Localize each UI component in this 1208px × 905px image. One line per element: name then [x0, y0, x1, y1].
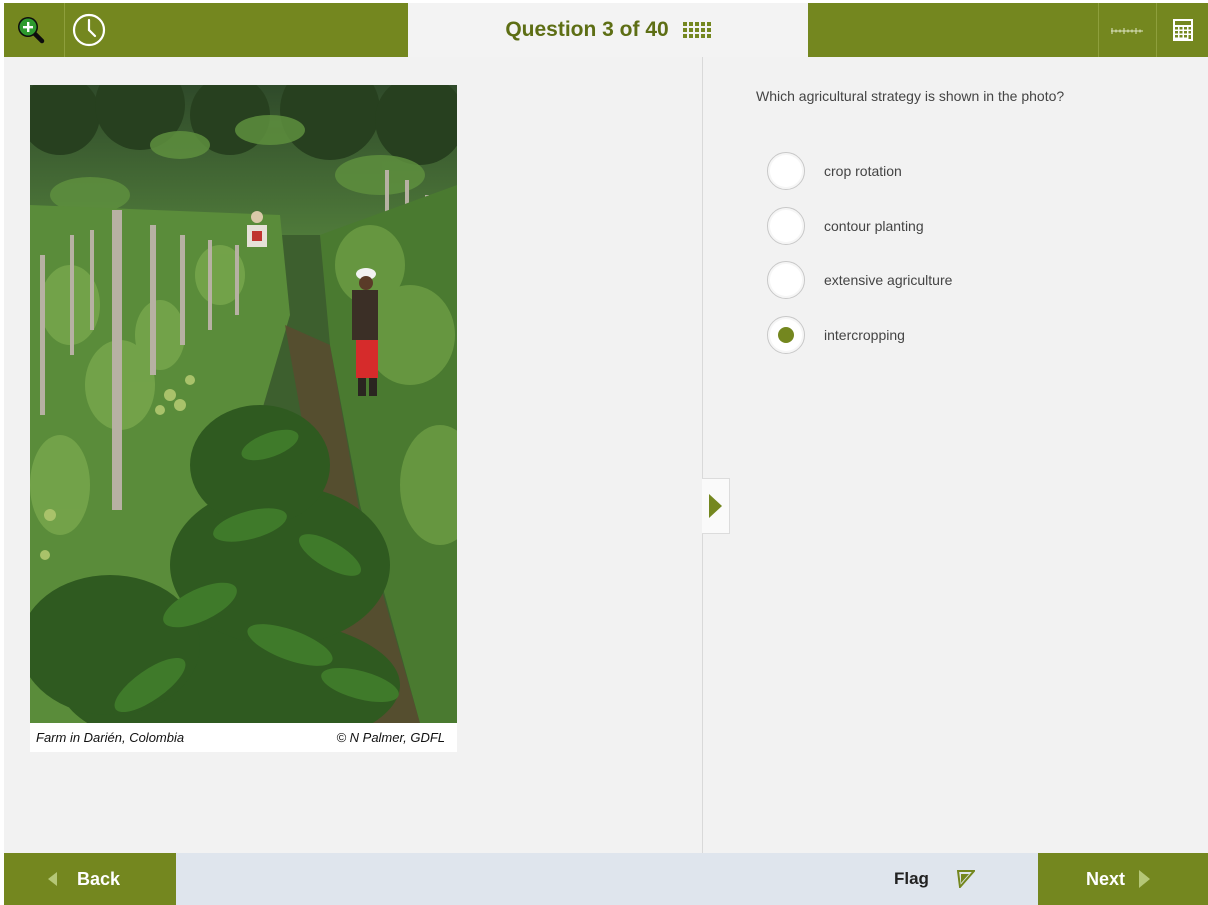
question-title-box: Question 3 of 40	[408, 3, 808, 57]
answer-option-label: extensive agriculture	[824, 272, 953, 288]
stimulus-pane: Farm in Darién, Colombia © N Palmer, GDF…	[4, 57, 702, 853]
radio-button[interactable]	[767, 206, 805, 245]
calculator-icon	[1172, 19, 1193, 41]
chevron-left-icon	[48, 872, 57, 886]
photo-credit: © N Palmer, GDFL	[336, 730, 445, 745]
question-prompt: Which agricultural strategy is shown in …	[756, 88, 1065, 104]
main-content: Farm in Darién, Colombia © N Palmer, GDF…	[4, 57, 1208, 853]
ruler-icon	[1110, 28, 1143, 34]
answer-option[interactable]: contour planting	[767, 206, 952, 245]
back-label: Back	[77, 868, 121, 889]
radio-button[interactable]	[767, 152, 805, 190]
calculator-button[interactable]	[1156, 3, 1208, 57]
zoom-in-icon	[18, 17, 45, 44]
next-button[interactable]: Next	[1038, 853, 1208, 905]
farm-photo-illustration	[30, 85, 457, 723]
back-button[interactable]: Back	[4, 853, 176, 905]
photo-caption-row: Farm in Darién, Colombia © N Palmer, GDF…	[30, 723, 457, 752]
clock-icon	[72, 13, 105, 47]
zoom-button[interactable]	[4, 3, 58, 57]
answer-option-label: contour planting	[824, 217, 924, 234]
answer-options: crop rotation contour planting extensive…	[767, 152, 953, 371]
question-pane: Which agricultural strategy is shown in …	[703, 57, 1208, 853]
top-toolbar: Question 3 of 40	[4, 3, 1208, 57]
photo-card: Farm in Darién, Colombia © N Palmer, GDF…	[30, 85, 457, 752]
answer-option[interactable]: crop rotation	[767, 152, 952, 190]
answer-option-label: intercropping	[824, 326, 905, 343]
flag-button[interactable]: Flag	[894, 853, 975, 905]
flag-icon	[956, 870, 975, 888]
chevron-right-icon	[1139, 870, 1151, 888]
radio-button[interactable]	[767, 261, 805, 299]
page-title: Question 3 of 40	[505, 18, 669, 41]
question-grid-icon[interactable]	[682, 22, 711, 38]
test-app: Question 3 of 40 Farm in Darién, Colombi…	[0, 0, 1208, 905]
flag-label: Flag	[894, 869, 929, 888]
farm-photo	[30, 85, 457, 723]
timer-button[interactable]	[64, 3, 112, 57]
bottom-navigation: Back Flag Next	[4, 853, 1208, 905]
answer-option-label: crop rotation	[824, 163, 902, 179]
next-label: Next	[1086, 868, 1126, 889]
ruler-button[interactable]	[1098, 3, 1154, 57]
answer-option[interactable]: extensive agriculture	[767, 261, 953, 299]
radio-button-selected[interactable]	[767, 315, 805, 354]
photo-caption: Farm in Darién, Colombia	[36, 730, 185, 745]
answer-option-selected[interactable]: intercropping	[767, 315, 952, 354]
